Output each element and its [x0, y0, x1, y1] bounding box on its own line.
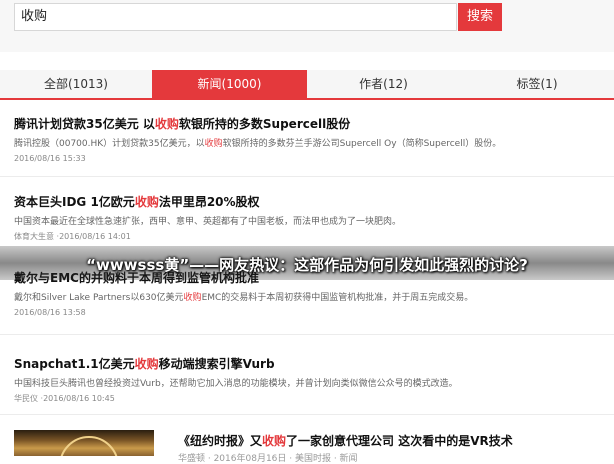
result-meta: 2016/08/16 15:33 [14, 154, 86, 163]
result-item: 腾讯计划贷款35亿美元 以收购软银所持的多数Supercell股份 腾讯控股（0… [14, 116, 604, 164]
result-thumbnail[interactable] [14, 430, 154, 456]
category-tabs: 全部(1013) 新闻(1000) 作者(12) 标签(1) [0, 70, 614, 100]
search-input[interactable]: 收购 [14, 3, 457, 31]
result-title[interactable]: Snapchat1.1亿美元收购移动端搜索引擎Vurb [14, 356, 604, 372]
result-title[interactable]: 资本巨头IDG 1亿欧元收购法甲里昂20%股权 [14, 194, 604, 210]
result-item: Snapchat1.1亿美元收购移动端搜索引擎Vurb 中国科技巨头腾讯也曾经投… [14, 356, 604, 404]
result-meta: 华盛顿 · 2016年08月16日 · 美国时报 · 新闻 [178, 454, 358, 464]
result-meta: 华民仪 ·2016/08/16 10:45 [14, 394, 115, 403]
result-item: 资本巨头IDG 1亿欧元收购法甲里昂20%股权 中国资本最近在全球性急速扩张，西… [14, 194, 604, 242]
search-bar: 收购 搜索 [0, 0, 614, 52]
result-title[interactable]: 《纽约时报》又收购了一家创意代理公司 这次看中的是VR技术 [178, 432, 513, 449]
divider [0, 334, 614, 335]
tab-tags[interactable]: 标签(1) [460, 70, 614, 98]
result-title[interactable]: 腾讯计划贷款35亿美元 以收购软银所持的多数Supercell股份 [14, 116, 604, 132]
result-snippet: 中国资本最近在全球性急速扩张，西甲、意甲、英超都有了中国老板，而法甲也成为了一块… [14, 217, 402, 227]
overlay-caption: “wwwsss黄”——网友热议：这部作品为何引发如此强烈的讨论? [86, 256, 528, 274]
result-snippet: 中国科技巨头腾讯也曾经投资过Vurb，还帮助它加入消息的功能模块，并曾计划向类似… [14, 379, 458, 389]
divider [0, 414, 614, 415]
search-button[interactable]: 搜索 [458, 3, 502, 31]
result-meta: 2016/08/16 13:58 [14, 308, 86, 317]
divider [0, 176, 614, 177]
result-meta: 体育大生意 ·2016/08/16 14:01 [14, 232, 131, 241]
result-snippet: 戴尔和Silver Lake Partners以630亿美元收购EMC的交易料于… [14, 293, 474, 303]
tab-authors[interactable]: 作者(12) [307, 70, 460, 98]
tab-all[interactable]: 全部(1013) [0, 70, 152, 98]
arch-shape [59, 436, 119, 456]
result-snippet: 腾讯控股（00700.HK）计划贷款35亿美元，以收购软银所持的多数芬兰手游公司… [14, 139, 502, 149]
tab-news[interactable]: 新闻(1000) [152, 70, 307, 98]
